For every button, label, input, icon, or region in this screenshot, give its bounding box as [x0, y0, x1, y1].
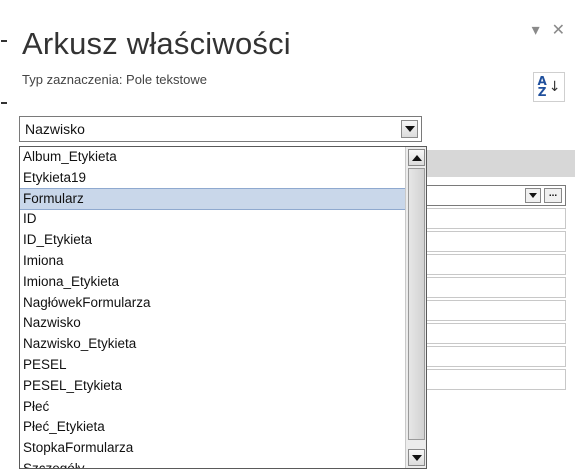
sort-az-icon: A Z [537, 74, 547, 99]
property-tabs-strip [402, 150, 575, 177]
arrow-up-icon [411, 154, 422, 161]
left-edge [0, 0, 8, 469]
list-item[interactable]: Album_Etykieta [20, 147, 405, 168]
scroll-thumb[interactable] [408, 168, 425, 440]
arrow-down-icon [411, 454, 422, 461]
list-item[interactable]: Etykieta19 [20, 168, 405, 189]
edge-tick [1, 40, 7, 42]
object-dropdown-list: Album_Etykieta Etykieta19 Formularz ID ID_Et… [19, 146, 427, 469]
list-scrollbar[interactable] [405, 147, 426, 468]
scroll-down-button[interactable] [408, 449, 425, 466]
list-item[interactable]: PESEL_Etykieta [20, 376, 405, 397]
object-selector-combo[interactable]: Nazwisko [19, 116, 422, 142]
object-list-items: Album_Etykieta Etykieta19 Formularz ID ID_Et… [20, 147, 406, 468]
arrow-down-icon: ↓ [548, 78, 561, 95]
page-title: Arkusz właściwości [22, 26, 291, 61]
list-item[interactable]: PESEL [20, 355, 405, 376]
selection-type-label: Typ zaznaczenia: Pole tekstowe [22, 72, 207, 87]
chevron-down-icon [529, 193, 537, 198]
panel-controls: ▾ ✕ [532, 20, 565, 39]
builder-button[interactable]: ... [544, 188, 562, 203]
list-item[interactable]: ID [20, 209, 405, 230]
list-item[interactable]: Płeć_Etykieta [20, 417, 405, 438]
list-item[interactable]: ID_Etykieta [20, 230, 405, 251]
list-item[interactable]: StopkaFormularza [20, 438, 405, 459]
chevron-down-icon [404, 126, 415, 132]
close-icon[interactable]: ✕ [552, 20, 565, 39]
property-dropdown-button[interactable] [525, 188, 541, 203]
list-item[interactable]: Formularz [20, 187, 406, 211]
list-item[interactable]: Nazwisko_Etykieta [20, 334, 405, 355]
list-item[interactable]: NagłówekFormularza [20, 293, 405, 314]
object-selector-value: Nazwisko [25, 121, 85, 137]
list-item[interactable]: Nazwisko [20, 313, 405, 334]
sort-az-button[interactable]: A Z ↓ [533, 72, 565, 102]
chevron-down-icon[interactable]: ▾ [532, 20, 540, 39]
list-item[interactable]: Płeć [20, 397, 405, 418]
list-item[interactable]: Imiona [20, 251, 405, 272]
edge-tick [1, 102, 7, 104]
combo-dropdown-button[interactable] [401, 120, 418, 138]
list-item[interactable]: Szczegóły [20, 459, 405, 468]
list-item[interactable]: Imiona_Etykieta [20, 272, 405, 293]
scroll-up-button[interactable] [408, 149, 425, 166]
